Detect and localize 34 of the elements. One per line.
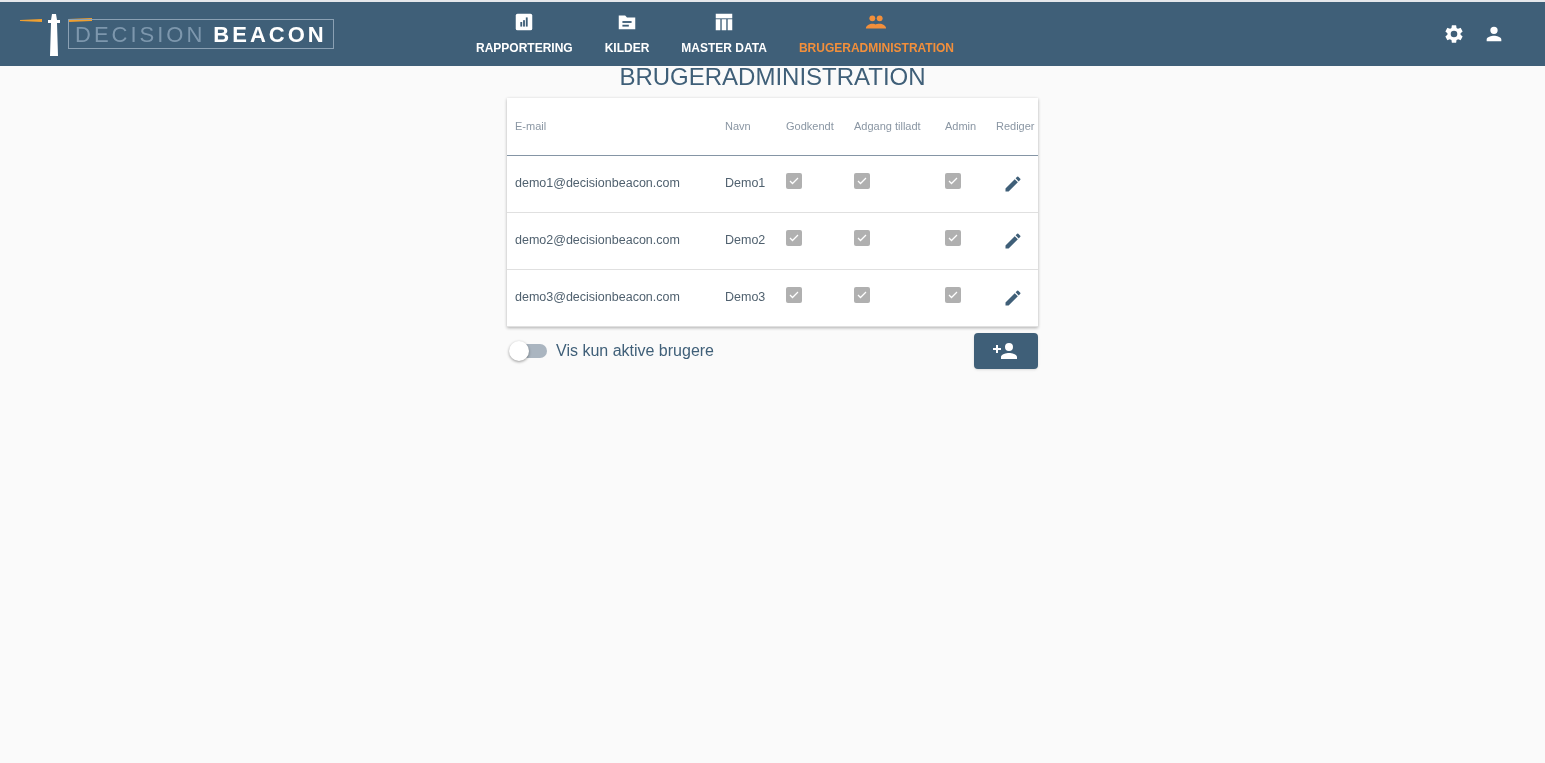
add-user-button[interactable] [974, 332, 1038, 369]
logo-text: DECISION [75, 20, 206, 49]
checkbox[interactable] [854, 286, 870, 303]
toggle-label: Vis kun aktive brugere [556, 340, 714, 361]
column-header: Godkendt [778, 98, 846, 155]
checkbox[interactable] [854, 172, 870, 189]
table-cell: demo2@decisionbeacon.com [507, 212, 717, 269]
toggle-switch[interactable] [511, 343, 547, 358]
table-cell: Demo1 [717, 155, 778, 212]
nav-tab[interactable]: MASTER DATA [681, 11, 767, 57]
column-header: E-mail [507, 98, 717, 155]
edit-pencil-icon[interactable] [1003, 231, 1023, 252]
checkbox[interactable] [786, 229, 802, 246]
checkbox[interactable] [786, 172, 802, 189]
table-cell: demo1@decisionbeacon.com [507, 155, 717, 212]
column-header: Rediger [988, 98, 1038, 155]
table-cell: demo3@decisionbeacon.com [507, 269, 717, 326]
checkbox[interactable] [945, 229, 961, 246]
nav-tab[interactable]: KILDER [604, 11, 650, 57]
checkbox[interactable] [854, 229, 870, 246]
column-header: Adgang tilladt [846, 98, 937, 155]
checkbox[interactable] [786, 286, 802, 303]
checkbox[interactable] [945, 172, 961, 189]
edit-pencil-icon[interactable] [1003, 174, 1023, 195]
table-cell: Demo2 [717, 212, 778, 269]
page-title: BRUGERADMINISTRATION [619, 66, 926, 92]
edit-pencil-icon[interactable] [1003, 288, 1023, 309]
column-header: Admin [937, 98, 988, 155]
settings-icon[interactable] [1443, 23, 1465, 45]
checkbox[interactable] [945, 286, 961, 303]
logo-text: BEACON [213, 20, 327, 49]
column-header: Navn [717, 98, 778, 155]
nav-tab[interactable]: RAPPORTERING [476, 11, 573, 57]
table-cell: Demo3 [717, 269, 778, 326]
